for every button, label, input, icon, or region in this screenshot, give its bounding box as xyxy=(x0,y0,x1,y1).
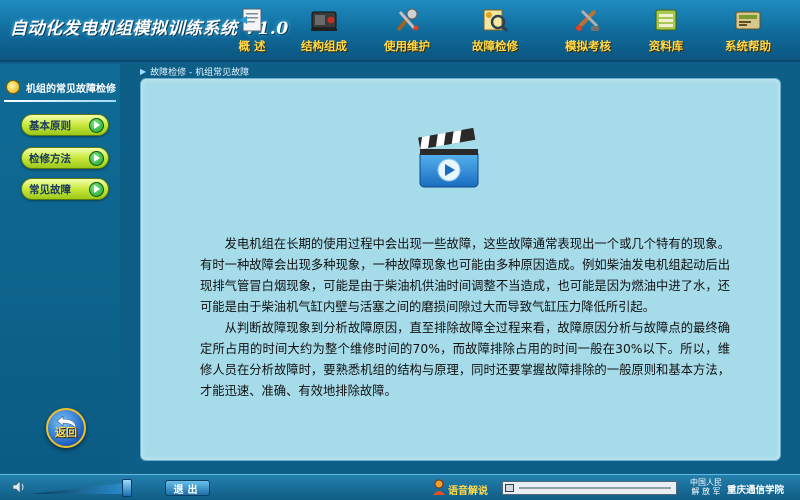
article-paragraph: 从判断故障现象到分析故障原因，直至排除故障全过程来看，故障原因分析与故障点的最终… xyxy=(200,321,730,398)
nav-item-help[interactable]: 系统帮助 xyxy=(710,4,786,60)
nav-item-troubleshooting[interactable]: 故障检修 xyxy=(457,4,533,60)
back-arrow-icon xyxy=(56,416,77,429)
play-pause-icon[interactable] xyxy=(505,484,514,492)
play-arrow-icon xyxy=(89,150,104,166)
nav-label: 系统帮助 xyxy=(725,39,771,53)
exam-icon xyxy=(572,6,604,34)
breadcrumb: ▶ 故障检修 - 机组常见故障 xyxy=(140,64,249,78)
sidebar-item-label: 检修方法 xyxy=(29,152,71,165)
help-icon xyxy=(732,6,764,34)
volume-slider-track[interactable] xyxy=(30,482,130,494)
nav-item-maintenance[interactable]: 使用维护 xyxy=(369,4,445,60)
sidebar-header: 机组的常见故障检修 xyxy=(0,76,118,98)
sidebar-item-common-faults[interactable]: 常见故障 xyxy=(21,178,109,200)
nav-label: 资料库 xyxy=(648,39,684,53)
content-panel: 发电机组在长期的使用过程中会出现一些故障，这些故障通常表现出一个或几个特有的现象… xyxy=(140,78,781,461)
org-line-2: 解 放 军 xyxy=(691,487,721,496)
nav-item-structure[interactable]: 结构组成 xyxy=(286,4,362,60)
sidebar-item-label: 基本原则 xyxy=(29,119,71,132)
org-line-1: 中国人民 xyxy=(690,478,722,487)
sidebar-header-label: 机组的常见故障检修 xyxy=(26,83,116,95)
video-clapper-icon[interactable] xyxy=(414,127,486,193)
generator-icon xyxy=(308,6,340,34)
narrator-icon[interactable] xyxy=(431,479,447,495)
back-button[interactable]: 返回 xyxy=(46,408,86,448)
nav-label: 模拟考核 xyxy=(565,39,611,53)
nav-item-overview[interactable]: 概 述 xyxy=(214,4,290,60)
nav-label: 故障检修 xyxy=(472,39,518,53)
org-name: 重庆通信学院 xyxy=(727,485,785,496)
bullet-icon xyxy=(6,80,20,94)
article-paragraph: 发电机组在长期的使用过程中会出现一些故障，这些故障通常表现出一个或几个特有的现象… xyxy=(200,237,730,314)
main-nav: 概 述 结构组成 使用维护 故障检修 模拟考核 资料库 系统帮助 xyxy=(218,4,800,60)
audio-progress-track[interactable] xyxy=(519,487,671,489)
sidebar: 机组的常见故障检修 基本原则 检修方法 常见故障 返回 xyxy=(0,64,120,472)
sidebar-item-label: 常见故障 xyxy=(29,183,71,196)
bottom-bar: 退出 语音解说 中国人民 解 放 军 重庆通信学院 xyxy=(0,474,800,500)
play-arrow-icon xyxy=(89,181,104,197)
sidebar-item-repair-methods[interactable]: 检修方法 xyxy=(21,147,109,169)
sidebar-item-basic-principles[interactable]: 基本原则 xyxy=(21,114,109,136)
exit-button[interactable]: 退出 xyxy=(165,480,210,496)
document-icon xyxy=(236,6,268,34)
sidebar-divider xyxy=(4,100,116,102)
nav-label: 概 述 xyxy=(238,39,266,53)
article-text: 发电机组在长期的使用过程中会出现一些故障，这些故障通常表现出一个或几个特有的现象… xyxy=(200,234,730,402)
breadcrumb-text: 故障检修 - 机组常见故障 xyxy=(150,67,250,78)
audio-narration-label[interactable]: 语音解说 xyxy=(448,482,488,497)
nav-item-exam[interactable]: 模拟考核 xyxy=(550,4,626,60)
nav-label: 使用维护 xyxy=(384,39,430,53)
audio-player[interactable] xyxy=(502,481,677,495)
org-emblem-text: 中国人民 解 放 军 xyxy=(690,478,722,496)
nav-label: 结构组成 xyxy=(301,39,347,53)
nav-item-database[interactable]: 资料库 xyxy=(628,4,704,60)
volume-slider-handle[interactable] xyxy=(122,479,132,497)
play-arrow-icon xyxy=(89,117,104,133)
inspection-icon xyxy=(479,6,511,34)
database-icon xyxy=(650,6,682,34)
tools-icon xyxy=(391,6,423,34)
title-bar: 自动化发电机组模拟训练系统 V1.0 概 述 结构组成 使用维护 故障检修 模拟… xyxy=(0,0,800,62)
speaker-icon[interactable] xyxy=(12,480,26,494)
breadcrumb-arrow-icon: ▶ xyxy=(140,66,147,76)
